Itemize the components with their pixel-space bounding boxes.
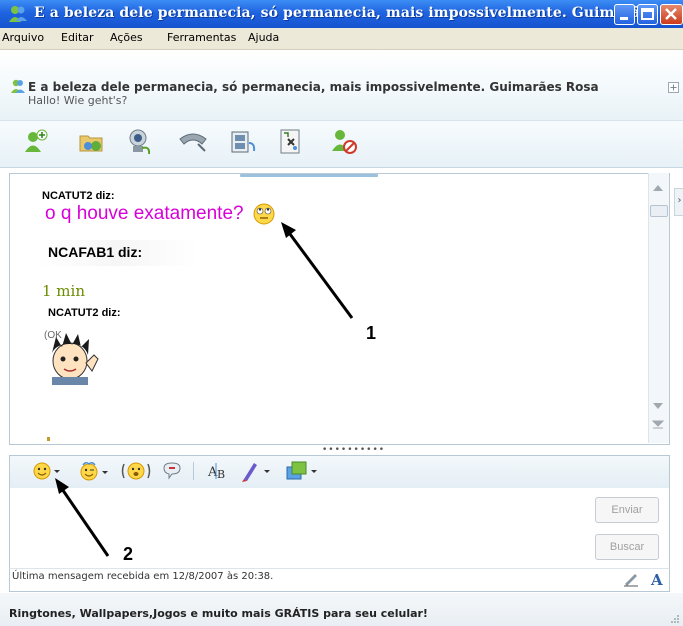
annotation-label-1: 1 — [366, 323, 377, 343]
ad-link[interactable]: Ringtones, Wallpapers,Jogos e muito mais… — [9, 607, 428, 620]
conversation-top-separator — [240, 174, 378, 177]
menu-bar — [0, 28, 683, 50]
contact-status-icon — [11, 79, 25, 93]
scroll-end-icon[interactable] — [652, 420, 664, 430]
scroll-up-icon[interactable] — [652, 182, 664, 192]
scroll-down-icon[interactable] — [652, 402, 664, 412]
menu-acoes[interactable]: Ações — [110, 31, 143, 44]
last-message-status: Última mensagem recebida em 12/8/2007 às… — [12, 571, 274, 582]
annotation-label-2: 2 — [123, 544, 134, 564]
font-icon[interactable]: AB — [206, 460, 232, 482]
invite-contact-icon[interactable] — [24, 128, 48, 154]
close-button[interactable] — [660, 4, 683, 25]
activities-icon[interactable] — [229, 129, 257, 155]
svg-text:A: A — [650, 571, 663, 589]
message-sender: NCATUT2 diz: — [42, 190, 115, 202]
message-sender: NCAFAB1 diz: — [48, 244, 143, 260]
rolling-eyes-emoticon — [253, 203, 275, 225]
wink-icon[interactable] — [78, 460, 110, 482]
message-text: 1 min — [42, 282, 85, 300]
send-button[interactable]: Enviar — [595, 497, 659, 523]
typing-mode-icon[interactable]: A — [648, 569, 666, 589]
voice-clip-icon[interactable] — [161, 460, 183, 482]
scroll-thumb[interactable] — [650, 205, 668, 217]
nudge-icon[interactable] — [119, 459, 153, 483]
truncated-content-mark — [47, 437, 50, 441]
svg-text:B: B — [217, 468, 225, 481]
collapse-side-panel-button[interactable]: › — [674, 188, 683, 216]
ok-character-emoticon — [52, 333, 99, 385]
messenger-buddy-icon — [9, 6, 27, 22]
resize-grip-icon[interactable] — [670, 613, 680, 623]
send-files-icon[interactable] — [78, 130, 106, 154]
minimize-icon — [620, 17, 628, 20]
maximize-icon — [641, 8, 654, 20]
minimize-button[interactable] — [614, 4, 635, 25]
menu-editar[interactable]: Editar — [61, 31, 94, 44]
menu-ferramentas[interactable]: Ferramentas — [167, 31, 236, 44]
share-icon[interactable] — [285, 459, 319, 483]
message-text: o q houve exatamente? — [45, 203, 244, 224]
handwriting-icon[interactable] — [622, 571, 640, 587]
webcam-icon[interactable] — [126, 128, 152, 156]
search-button[interactable]: Buscar — [595, 534, 659, 560]
games-icon[interactable] — [279, 129, 303, 155]
window-title: E a beleza dele permanecia, só permaneci… — [34, 5, 656, 21]
close-icon — [665, 8, 677, 20]
message-input[interactable] — [9, 488, 670, 569]
voice-call-icon[interactable] — [178, 131, 208, 153]
menu-ajuda[interactable]: Ajuda — [248, 31, 279, 44]
contact-name[interactable]: E a beleza dele permanecia, só permaneci… — [28, 80, 599, 94]
pane-resize-handle[interactable]: •••••••••• — [322, 445, 385, 455]
message-sender: NCATUT2 diz: — [48, 307, 121, 319]
emoticon-icon[interactable] — [32, 460, 62, 482]
block-icon[interactable] — [331, 128, 359, 156]
expand-header-icon[interactable] — [668, 82, 679, 93]
menu-arquivo[interactable]: Arquivo — [2, 31, 44, 44]
background-icon[interactable] — [240, 459, 272, 483]
contact-personal-message: Hallo! Wie geht's? — [28, 94, 128, 107]
maximize-button[interactable] — [637, 4, 658, 25]
toolbar-separator — [193, 462, 194, 480]
